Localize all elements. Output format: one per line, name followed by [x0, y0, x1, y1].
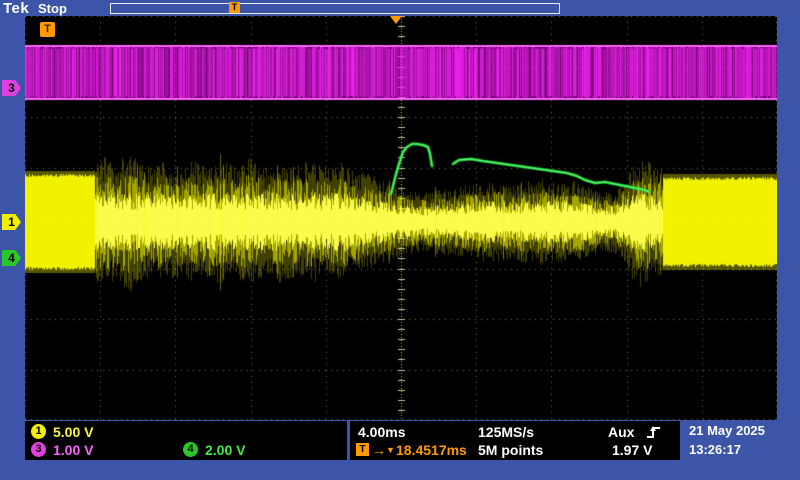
horizontal-row: 4.00ms 125MS/s Aux — [350, 423, 680, 441]
channel-1-marker[interactable]: 1 — [2, 214, 21, 230]
time-readout: 13:26:17 — [684, 440, 796, 459]
preview-trigger-marker[interactable]: T — [229, 2, 240, 13]
trigger-position-readout: 18.4517ms — [396, 442, 467, 458]
ch1-scale: 5.00 V — [53, 424, 93, 440]
ch4-badge[interactable]: 4 — [183, 442, 198, 457]
record-view-bar[interactable]: T — [110, 3, 560, 14]
date-readout: 21 May 2025 — [684, 421, 796, 440]
trigger-level-readout: 1.97 V — [612, 442, 652, 458]
trigger-t-badge: T — [356, 443, 369, 456]
channel-4-marker[interactable]: 4 — [2, 250, 21, 266]
waveform-canvas[interactable] — [25, 16, 777, 420]
waveform-display[interactable]: T — [25, 16, 777, 420]
acquisition-status: Stop — [38, 1, 67, 16]
datetime-panel: 21 May 2025 13:26:17 — [684, 421, 796, 460]
trigger-row: T → ▼ 18.4517ms 5M points 1.97 V — [350, 441, 680, 459]
channel-3-marker[interactable]: 3 — [2, 80, 21, 96]
horizontal-trigger-panel[interactable]: 4.00ms 125MS/s Aux T → ▼ 18.4517ms 5M po… — [350, 421, 680, 460]
ch3-badge[interactable]: 3 — [31, 442, 46, 457]
oscilloscope-screen: Tek Stop T T 3 1 4 1 5.00 V 3 1.00 V 4 2… — [0, 0, 800, 480]
arrow-icon: → — [372, 442, 386, 458]
channel-readouts-panel[interactable]: 1 5.00 V 3 1.00 V 4 2.00 V — [25, 421, 347, 460]
trigger-source-badge[interactable]: T — [40, 22, 55, 37]
trigger-position-marker[interactable] — [390, 16, 402, 24]
sample-rate-readout: 125MS/s — [478, 424, 534, 440]
ch3-ch4-readout-row: 3 1.00 V 4 2.00 V — [25, 441, 347, 459]
ch1-readout-row: 1 5.00 V — [25, 423, 347, 441]
timebase-readout: 4.00ms — [358, 424, 405, 440]
ch1-badge[interactable]: 1 — [31, 424, 46, 439]
ch3-scale: 1.00 V — [53, 442, 93, 458]
ch4-scale: 2.00 V — [205, 442, 245, 458]
trigger-source-readout: Aux — [608, 424, 634, 440]
tek-logo: Tek — [3, 0, 29, 17]
delay-marker-icon: ▼ — [386, 445, 395, 455]
record-length-readout: 5M points — [478, 442, 543, 458]
